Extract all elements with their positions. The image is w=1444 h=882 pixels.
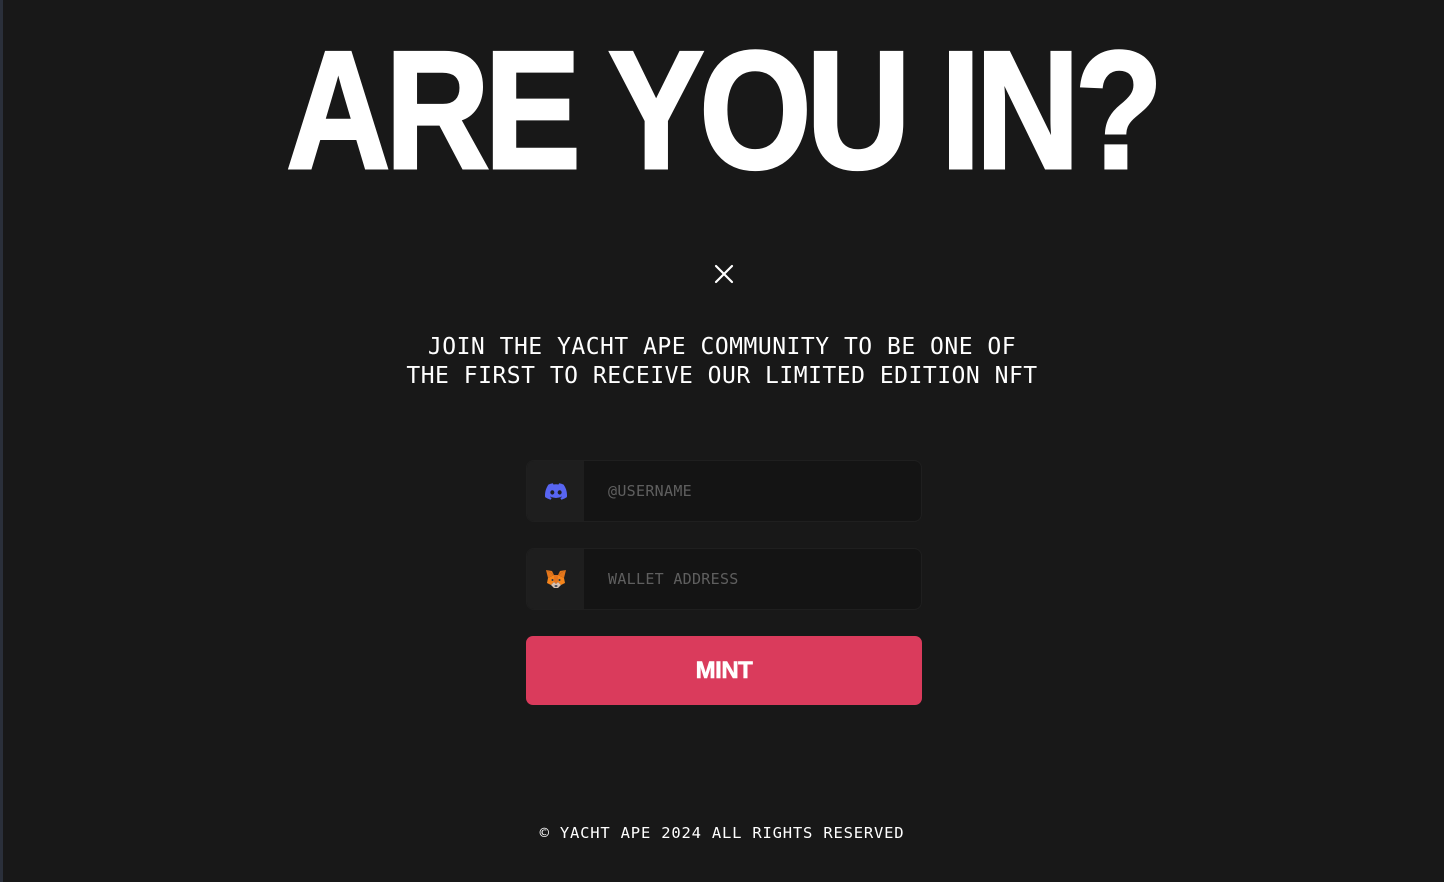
- discord-icon: [544, 482, 567, 500]
- signup-description: JOIN THE YACHT APE COMMUNITY TO BE ONE O…: [406, 334, 1038, 389]
- window-edge-divider: [0, 0, 3, 882]
- wallet-address-input[interactable]: [584, 549, 921, 609]
- discord-username-field: [526, 460, 922, 522]
- mint-button[interactable]: MINT: [526, 636, 922, 705]
- copyright-footer: © YACHT APE 2024 ALL RIGHTS RESERVED: [539, 824, 905, 842]
- close-icon: [714, 264, 734, 284]
- close-button[interactable]: [710, 260, 738, 288]
- discord-icon-wrapper: [527, 461, 584, 521]
- wallet-address-field: [526, 548, 922, 610]
- metamask-fox-icon: [545, 570, 566, 588]
- page-headline: ARE YOU IN?: [285, 16, 1165, 204]
- metamask-icon-wrapper: [527, 549, 584, 609]
- discord-username-input[interactable]: [584, 461, 921, 521]
